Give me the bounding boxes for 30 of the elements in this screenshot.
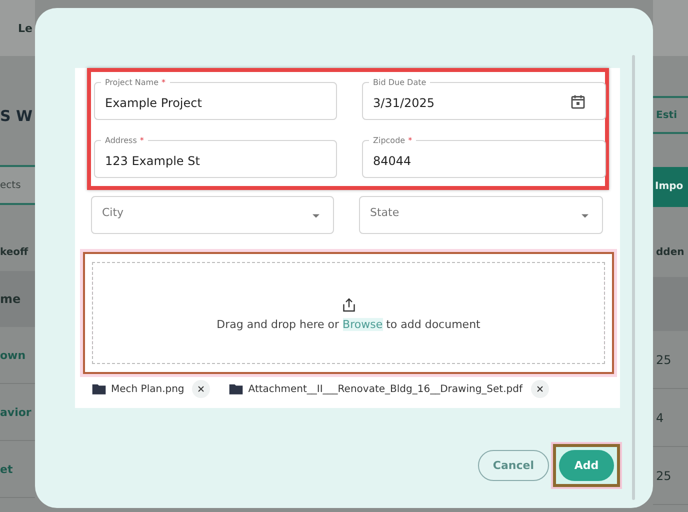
project-link[interactable]: avior (0, 406, 32, 418)
table-cell: 25 (656, 468, 672, 482)
select-field[interactable]: State (359, 196, 603, 234)
project-link[interactable]: et (0, 462, 13, 476)
remove-button[interactable] (192, 380, 210, 398)
section-title: dden (656, 246, 684, 258)
calendar-icon (569, 93, 587, 111)
drop-zone[interactable]: Drag and drop here or Browse to add document (92, 262, 605, 364)
section-title: keoff (0, 246, 28, 258)
nav-link[interactable]: Le (18, 22, 32, 34)
close-icon (196, 384, 206, 394)
top-bar (653, 0, 688, 56)
instruction-text: Drag and drop here or Browse to add document (216, 318, 480, 330)
file-name: Mech Plan.png (111, 384, 184, 394)
close-icon (534, 384, 544, 394)
select-field[interactable]: City (91, 196, 334, 234)
estimate-button[interactable]: Esti (656, 110, 677, 120)
add-button[interactable]: Add (559, 450, 614, 481)
table-cell: 25 (656, 352, 672, 366)
table-cell: 4 (656, 410, 664, 424)
table-header (653, 277, 688, 331)
file-name: Attachment__II___Renovate_Bldg_16__Drawing_Set.pdf (248, 384, 522, 394)
page-heading: S W (0, 107, 33, 125)
import-button[interactable]: Impo (653, 167, 688, 207)
column-header: me (0, 292, 21, 306)
tab[interactable]: ects (0, 180, 21, 190)
project-link[interactable]: own (0, 348, 26, 362)
cancel-button[interactable]: Cancel (478, 450, 549, 481)
remove-button[interactable] (530, 380, 548, 398)
browse-link[interactable]: Browse (342, 318, 383, 330)
